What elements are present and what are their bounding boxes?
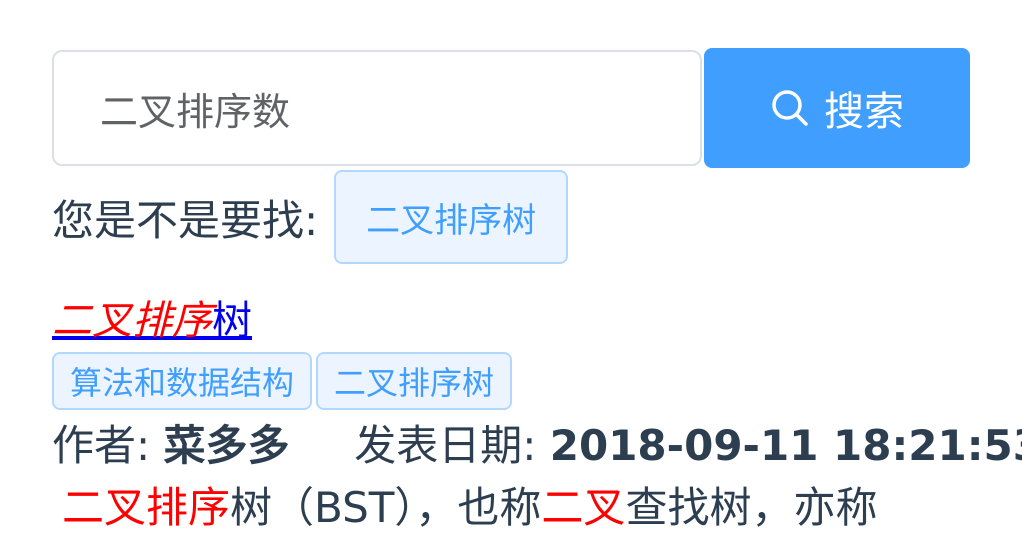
author-name: 菜多多	[163, 421, 290, 470]
snippet-text: 查找树，亦称	[625, 483, 878, 532]
search-input[interactable]	[52, 50, 702, 166]
search-button-label: 搜索	[824, 89, 904, 135]
search-bar: 搜索	[52, 48, 972, 168]
search-button[interactable]: 搜索	[704, 48, 970, 168]
snippet-text: 树（BST），也称	[230, 483, 542, 532]
result-meta: 作者: 菜多多 发表日期: 2018-09-11 18:21:53	[52, 418, 1022, 474]
result-title-link[interactable]: 二叉排序树	[52, 296, 252, 346]
snippet-highlight: 二叉排序	[62, 483, 231, 532]
publish-date: 2018-09-11 18:21:53	[549, 421, 1022, 470]
suggestion-term-button[interactable]: 二叉排序树	[334, 170, 569, 264]
result-title-rest: 树	[212, 298, 252, 344]
did-you-mean: 您是不是要找: 二叉排序树	[52, 170, 569, 264]
author-label: 作者:	[52, 421, 151, 470]
snippet-highlight: 二叉	[541, 483, 626, 532]
result-snippet: 二叉排序树（BST），也称二叉查找树，亦称	[62, 480, 877, 536]
date-label: 发表日期:	[354, 421, 537, 470]
result-tag[interactable]: 二叉排序树	[316, 352, 513, 410]
result-tag[interactable]: 算法和数据结构	[52, 352, 313, 410]
search-icon	[770, 88, 810, 128]
result-tag-list: 算法和数据结构 二叉排序树	[52, 352, 513, 410]
did-you-mean-label: 您是不是要找:	[52, 195, 319, 245]
result-title-highlight: 二叉排序	[52, 298, 212, 344]
